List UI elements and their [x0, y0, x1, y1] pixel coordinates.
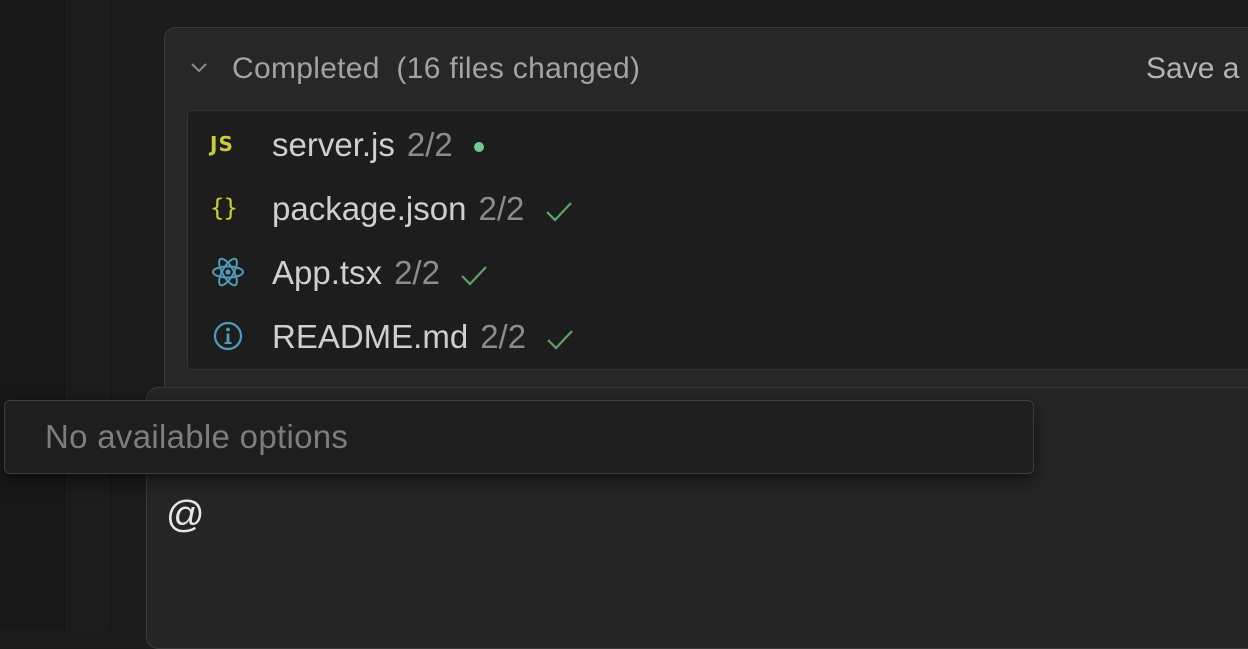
- js-icon: JS: [210, 132, 234, 156]
- no-options-message: No available options: [45, 418, 349, 455]
- file-row-app-tsx[interactable]: App.tsx 2/2: [188, 241, 1248, 303]
- chat-input-value[interactable]: @: [166, 494, 205, 537]
- changes-panel-header[interactable]: Completed (16 files changed) Save a: [165, 28, 1248, 110]
- check-icon: [545, 202, 572, 222]
- info-icon: [213, 321, 243, 351]
- changed-files-list: JS server.js 2/2 {} package.json 2/2 App…: [187, 110, 1248, 370]
- file-label: App.tsx 2/2: [272, 254, 489, 292]
- file-name: server.js: [272, 126, 395, 163]
- file-row-server-js[interactable]: JS server.js 2/2: [188, 113, 1248, 175]
- file-change-count: 2/2: [478, 190, 525, 227]
- file-name: README.md: [272, 318, 469, 355]
- file-change-count: 2/2: [406, 126, 453, 163]
- file-row-readme-md[interactable]: README.md 2/2: [188, 305, 1248, 367]
- json-icon: {}: [210, 194, 238, 222]
- react-icon: [212, 257, 244, 287]
- check-icon: [547, 330, 574, 350]
- status-text: Completed: [232, 52, 380, 85]
- file-label: README.md 2/2: [272, 318, 575, 356]
- file-label: package.json 2/2: [272, 190, 574, 228]
- left-gutter: [0, 0, 65, 630]
- secondary-gutter: [65, 0, 111, 630]
- changes-panel: Completed (16 files changed) Save a JS s…: [164, 27, 1248, 449]
- chevron-down-icon[interactable]: [189, 58, 209, 78]
- save-all-button[interactable]: Save a: [1146, 52, 1239, 86]
- file-name: package.json: [272, 190, 467, 227]
- mention-suggestions-dropdown: No available options: [4, 400, 1034, 474]
- modified-dot-icon: [473, 142, 484, 153]
- file-change-count: 2/2: [480, 318, 527, 355]
- file-label: server.js 2/2: [272, 126, 486, 164]
- file-name: App.tsx: [272, 254, 383, 291]
- file-row-package-json[interactable]: {} package.json 2/2: [188, 177, 1248, 239]
- file-change-count: 2/2: [394, 254, 440, 291]
- completed-status: Completed (16 files changed): [232, 52, 640, 86]
- check-icon: [461, 266, 487, 286]
- files-changed-count: (16 files changed): [396, 52, 641, 85]
